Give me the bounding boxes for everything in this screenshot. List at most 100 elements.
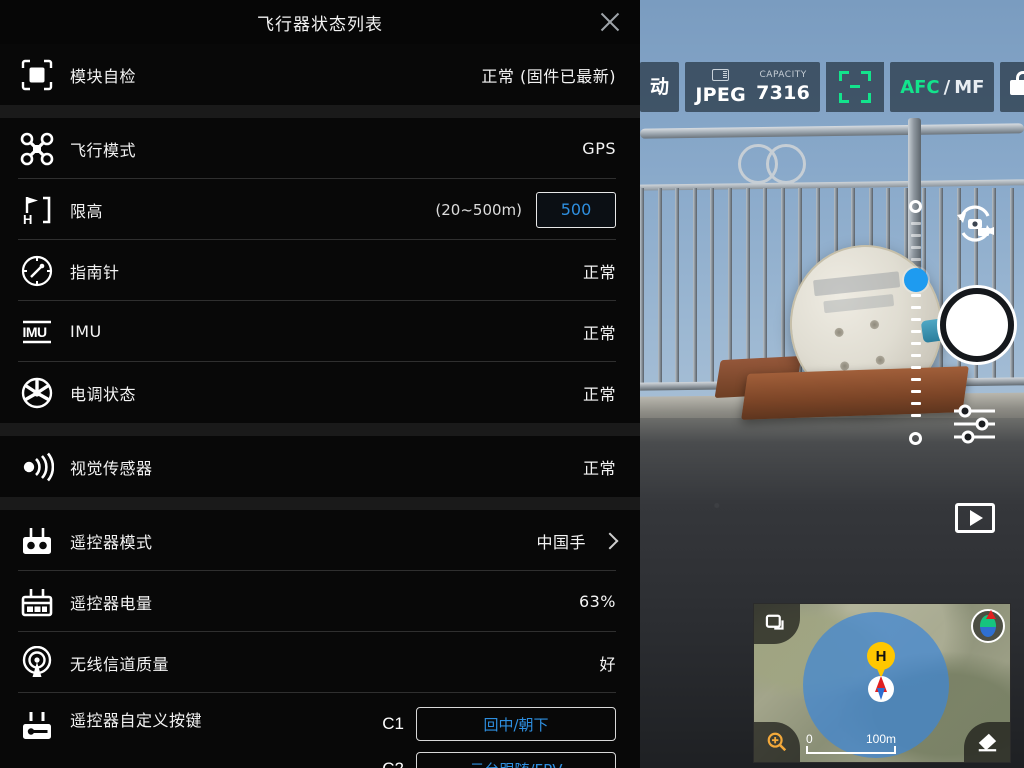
status-row-value: 正常 bbox=[582, 384, 616, 404]
afc-label: AFC bbox=[900, 76, 940, 98]
focus-mode-chip[interactable]: AFC / MF bbox=[890, 62, 995, 112]
section-divider bbox=[0, 497, 640, 510]
remote-controller-icon bbox=[18, 522, 56, 560]
status-row-label: 无线信道质量 bbox=[70, 654, 170, 674]
custom-button-assignment-c2[interactable]: 云台跟随/FPV bbox=[416, 752, 616, 768]
status-row-label: 指南针 bbox=[70, 262, 120, 282]
status-row-label: IMU bbox=[70, 322, 102, 341]
status-row-label: 视觉传感器 bbox=[70, 458, 153, 478]
drone-icon bbox=[18, 130, 56, 168]
railing-rings-decor bbox=[738, 144, 814, 184]
map-scale-start: 0 bbox=[806, 731, 813, 746]
map-compass-icon[interactable] bbox=[971, 609, 1005, 643]
gimbal-tick bbox=[911, 246, 921, 249]
custom-button-assignment-c1[interactable]: 回中/朝下 bbox=[416, 707, 616, 741]
camera-settings-icon[interactable] bbox=[952, 403, 997, 445]
custom-button-icon bbox=[18, 707, 56, 745]
custom-button-row: C1 回中/朝下 bbox=[382, 707, 616, 741]
status-row-vision-sensor: 视觉传感器 正常 bbox=[0, 436, 640, 497]
status-row-value: 正常 (固件已最新) bbox=[481, 66, 616, 86]
section-divider bbox=[0, 423, 640, 436]
map-scale-end: 100m bbox=[865, 731, 896, 746]
exposure-mode-chip[interactable]: 动 bbox=[640, 62, 680, 112]
mini-map[interactable]: H 0 100m bbox=[753, 603, 1011, 763]
status-row-label: 遥控器自定义按键 bbox=[70, 711, 203, 730]
custom-button-key: C2 bbox=[382, 759, 404, 768]
brick-base bbox=[741, 366, 969, 420]
status-row-compass: 指南针 正常 bbox=[0, 240, 640, 301]
gimbal-tick bbox=[911, 234, 921, 237]
status-row-imu: IMU 正常 bbox=[0, 301, 640, 362]
camera-video-switch-icon[interactable] bbox=[952, 202, 998, 246]
home-point-marker: H bbox=[867, 642, 895, 678]
status-row-label: 遥控器模式 bbox=[70, 532, 153, 552]
status-row-label: 飞行模式 bbox=[70, 140, 137, 160]
max-altitude-icon bbox=[18, 191, 56, 229]
signal-icon bbox=[18, 644, 56, 682]
capacity-label: CAPACITY bbox=[759, 70, 807, 80]
exposure-mode-value: 动 bbox=[650, 75, 670, 98]
focus-mode-separator: / bbox=[943, 76, 951, 98]
status-row-label: 限高 bbox=[70, 201, 104, 221]
gimbal-tick bbox=[911, 294, 921, 297]
gimbal-tick bbox=[911, 402, 921, 405]
status-row-list: 模块自检 正常 (固件已最新) 飞行模式 GPS 限高 (20~500m) 500 指南针 正常… bbox=[0, 44, 640, 768]
playback-button[interactable] bbox=[955, 503, 995, 533]
gimbal-tick bbox=[911, 414, 921, 417]
close-icon[interactable] bbox=[596, 8, 624, 36]
camera-top-bar: 动 JPEG CAPACITY 7316 AFC / MF AE bbox=[640, 62, 1024, 112]
dish-logo bbox=[813, 271, 901, 297]
status-row-value: 正常 bbox=[582, 262, 616, 282]
battery-icon bbox=[18, 583, 56, 621]
custom-button-row: C2 云台跟随/FPV bbox=[382, 752, 616, 768]
section-divider bbox=[0, 105, 640, 118]
gimbal-tick bbox=[911, 342, 921, 345]
status-row-value: 63% bbox=[578, 592, 616, 611]
drone-app-screen: 0.6 0.0 H.S 0.0 km/h V.S 0.0 m/s VPS 0.0… bbox=[0, 0, 1024, 768]
map-scale-bar: 0 100m bbox=[806, 731, 896, 754]
status-row-value: 正常 bbox=[582, 323, 616, 343]
focus-area-button[interactable] bbox=[826, 62, 885, 112]
status-row-label: 模块自检 bbox=[70, 66, 137, 86]
dish-logo-sub bbox=[823, 294, 895, 314]
status-row-value: GPS bbox=[582, 139, 616, 158]
ae-lock-chip[interactable]: AE bbox=[1000, 62, 1024, 112]
shutter-button[interactable] bbox=[940, 288, 1014, 362]
status-row-label: 电调状态 bbox=[70, 384, 137, 404]
gimbal-tick bbox=[911, 306, 921, 309]
gimbal-tick bbox=[911, 390, 921, 393]
lock-open-icon bbox=[1010, 70, 1024, 95]
gimbal-tick bbox=[911, 330, 921, 333]
gimbal-tick bbox=[911, 354, 921, 357]
status-row-remote-controller[interactable]: 遥控器模式 中国手 bbox=[0, 510, 640, 571]
custom-button-key: C1 bbox=[382, 714, 404, 733]
max-altitude-input[interactable]: 500 bbox=[536, 191, 616, 228]
mf-label: MF bbox=[954, 76, 985, 98]
gimbal-tick bbox=[911, 378, 921, 381]
storage-capacity-chip[interactable]: JPEG CAPACITY 7316 bbox=[685, 62, 821, 112]
status-row-drone: 飞行模式 GPS bbox=[0, 118, 640, 179]
chevron-right-icon[interactable] bbox=[601, 532, 619, 549]
panel-header: 飞行器状态列表 bbox=[0, 0, 640, 44]
gimbal-tick bbox=[911, 366, 921, 369]
status-row-value: 中国手 bbox=[536, 532, 586, 552]
status-row-battery: 遥控器电量 63% bbox=[0, 571, 640, 632]
aircraft-status-panel: 飞行器状态列表 模块自检 正常 (固件已最新) 飞行模式 GPS 限高 (20~500m)… bbox=[0, 0, 640, 768]
aircraft-marker bbox=[868, 676, 894, 702]
gimbal-tick bbox=[911, 318, 921, 321]
custom-button-assignments: C1 回中/朝下 C2 云台跟随/FPV bbox=[382, 707, 616, 768]
compass-icon bbox=[18, 252, 56, 290]
photo-format-value: JPEG bbox=[695, 84, 747, 106]
gimbal-tick bbox=[911, 258, 921, 261]
status-row-label: 遥控器电量 bbox=[70, 593, 153, 613]
gimbal-pitch-slider[interactable] bbox=[904, 200, 928, 445]
altitude-range-hint: (20~500m) bbox=[435, 200, 522, 219]
vision-sensor-icon bbox=[18, 448, 56, 486]
esc-icon bbox=[18, 374, 56, 412]
status-row-custom-button[interactable]: 遥控器自定义按键 C1 回中/朝下 C2 云台跟随/FPV bbox=[0, 693, 640, 768]
imu-icon bbox=[18, 313, 56, 351]
status-row-value: 好 bbox=[599, 654, 616, 674]
gimbal-slider-knob[interactable] bbox=[904, 268, 928, 292]
status-row-max-altitude[interactable]: 限高 (20~500m) 500 bbox=[0, 179, 640, 240]
panel-title: 飞行器状态列表 bbox=[257, 14, 383, 35]
